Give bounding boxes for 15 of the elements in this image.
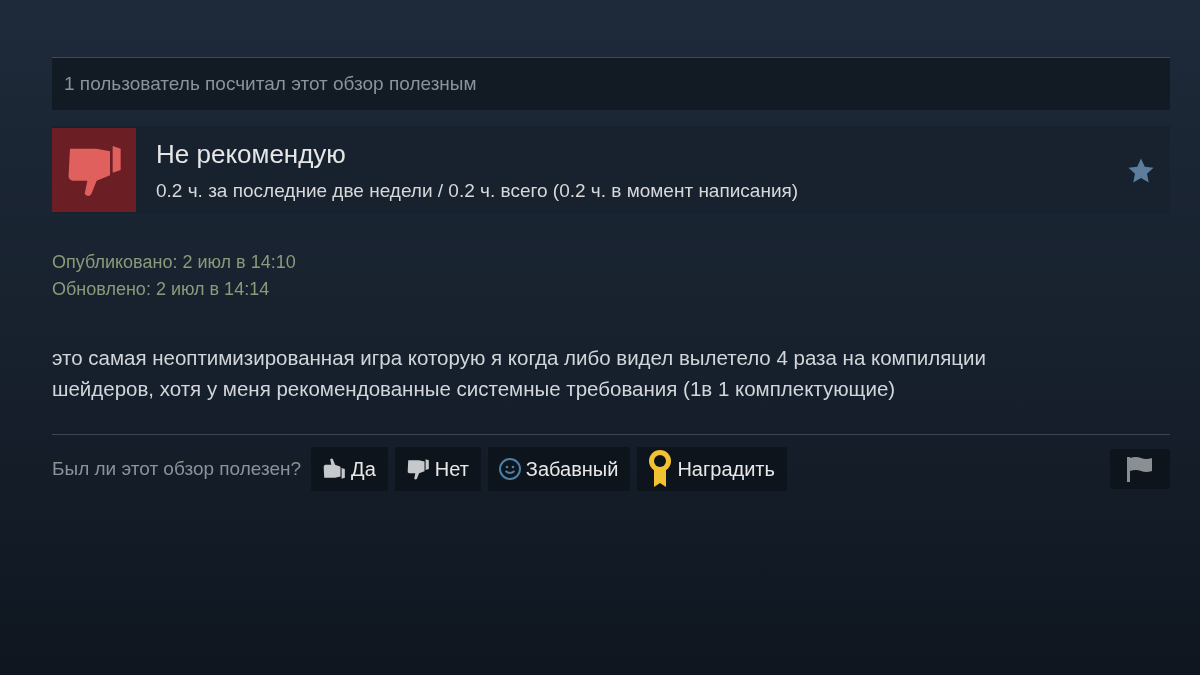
review-date: Опубликовано: 2 июл в 14:10 bbox=[52, 252, 297, 273]
no-vote-button[interactable]: Нет bbox=[394, 447, 481, 491]
yes-vote-button[interactable]: Да bbox=[311, 447, 388, 491]
playtime: 0.2 ч. за последние две недели / 0.2 ч. всего (0.2 ч. в момент написания) bbox=[156, 179, 799, 202]
review-text: это самая неоптимизированная игра которую я когда либо видел вылетело 4 раза на компиляции шейдеров, хотя у меня рекомендованные системные требования (1в 1 комплектующие) bbox=[52, 345, 987, 402]
helpful-prompt: Был ли этот обзор полезен? bbox=[52, 458, 302, 480]
award-ribbon-icon bbox=[647, 449, 674, 489]
review-date: Обновлено: 2 июл в 14:14 bbox=[52, 279, 271, 300]
smiley-icon bbox=[497, 457, 522, 481]
helpful-summary: 1 пользователь посчитал этот обзор полезным bbox=[52, 57, 1170, 110]
report-button[interactable] bbox=[1110, 449, 1170, 489]
flag-icon bbox=[1125, 456, 1155, 482]
award-vote-button[interactable]: Наградить bbox=[637, 447, 787, 491]
funny-vote-button[interactable]: Забавный bbox=[487, 447, 631, 491]
review-verdict: Не рекомендую bbox=[156, 138, 347, 170]
